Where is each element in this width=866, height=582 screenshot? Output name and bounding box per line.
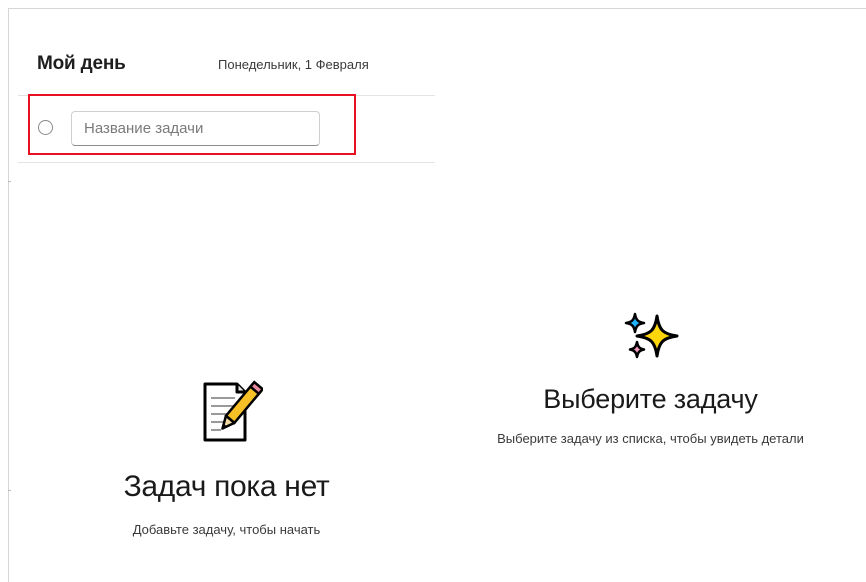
- task-complete-radio[interactable]: [38, 120, 53, 135]
- edge-tick: [8, 181, 11, 182]
- detail-empty-state: Выберите задачу Выберите задачу из списк…: [435, 306, 866, 448]
- notepad-icon: [203, 380, 263, 442]
- task-list-empty-state: Задач пока нет Добавьте задачу, чтобы на…: [18, 376, 435, 537]
- sparkles-icon: [624, 312, 678, 359]
- page-title: Мой день: [37, 53, 126, 74]
- window-top-border: [8, 8, 866, 9]
- edge-tick: [8, 490, 11, 491]
- detail-subtitle: Выберите задачу из списка, чтобы увидеть…: [497, 431, 804, 446]
- task-detail-pane: Выберите задачу Выберите задачу из списк…: [435, 36, 866, 582]
- new-task-input[interactable]: [71, 111, 320, 146]
- task-list-pane: Мой день Понедельник, 1 Февраля Название…: [18, 36, 435, 582]
- empty-subtitle: Добавьте задачу, чтобы начать: [132, 522, 321, 537]
- empty-title: Задач пока нет: [123, 470, 330, 503]
- app-window: Мой день Понедельник, 1 Февраля Название…: [0, 0, 866, 582]
- detail-title: Выберите задачу: [543, 384, 758, 414]
- page-date: Понедельник, 1 Февраля: [218, 57, 369, 72]
- list-header: Мой день Понедельник, 1 Февраля: [18, 36, 435, 96]
- row-divider: [18, 162, 435, 163]
- window-left-border: [8, 8, 9, 582]
